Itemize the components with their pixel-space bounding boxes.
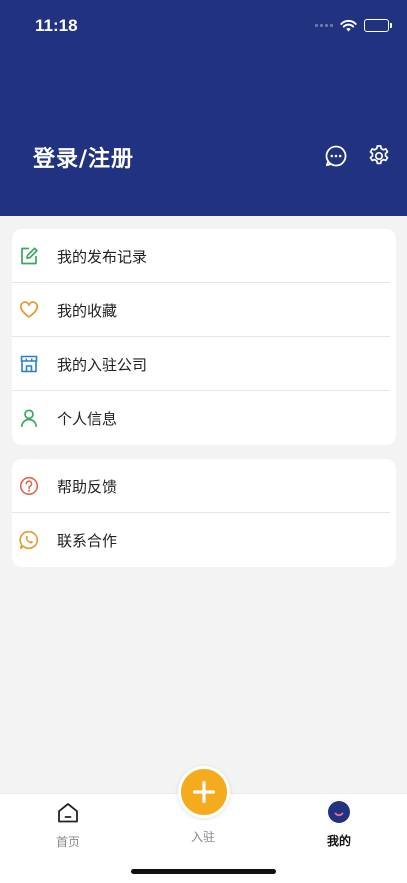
cellular-signal-icon: [315, 23, 333, 27]
menu-card-secondary: 帮助反馈 联系合作: [12, 459, 396, 567]
login-register-link[interactable]: 登录/注册: [33, 141, 134, 173]
menu-item-contact-cooperation[interactable]: 联系合作: [12, 513, 396, 567]
menu-item-label: 个人信息: [57, 409, 118, 428]
tab-label: 首页: [55, 835, 80, 849]
profile-header: 11:18 登录/注册: [0, 0, 407, 216]
status-time: 11:18: [35, 16, 78, 35]
menu-item-label: 我的入驻公司: [57, 355, 148, 374]
avatar-icon: [328, 801, 350, 823]
menu-card-primary: 我的发布记录 我的收藏 我的入驻公司 个人信息: [12, 229, 396, 445]
status-icons: [315, 17, 392, 33]
wifi-icon: [340, 19, 357, 31]
user-icon: [19, 408, 39, 428]
tab-label: 我的: [326, 834, 351, 848]
phone-chat-icon: [19, 530, 39, 550]
status-bar: 11:18: [0, 0, 407, 50]
menu-item-label: 联系合作: [57, 531, 118, 550]
tab-mine[interactable]: 我的: [289, 794, 389, 849]
menu-item-my-companies[interactable]: 我的入驻公司: [12, 337, 396, 391]
battery-icon: [364, 18, 392, 32]
join-plus-button[interactable]: [178, 766, 230, 818]
heart-icon: [19, 300, 39, 320]
settings-gear-icon[interactable]: [367, 144, 391, 168]
menu-item-favorites[interactable]: 我的收藏: [12, 283, 396, 337]
store-icon: [19, 354, 39, 374]
menu-item-label: 帮助反馈: [57, 477, 118, 496]
menu-item-my-posts[interactable]: 我的发布记录: [12, 229, 396, 283]
help-icon: [19, 476, 39, 496]
menu-item-label: 我的收藏: [57, 301, 118, 320]
tab-home[interactable]: 首页: [18, 794, 118, 850]
plus-icon: [192, 780, 216, 804]
menu-item-help-feedback[interactable]: 帮助反馈: [12, 459, 396, 513]
message-icon[interactable]: [324, 144, 348, 168]
menu-item-personal-info[interactable]: 个人信息: [12, 391, 396, 445]
home-indicator: [131, 869, 276, 874]
tab-label: 入驻: [190, 830, 215, 844]
tab-join[interactable]: 入驻: [153, 822, 253, 845]
home-icon: [58, 803, 78, 823]
menu-item-label: 我的发布记录: [57, 247, 148, 266]
edit-icon: [19, 246, 39, 266]
